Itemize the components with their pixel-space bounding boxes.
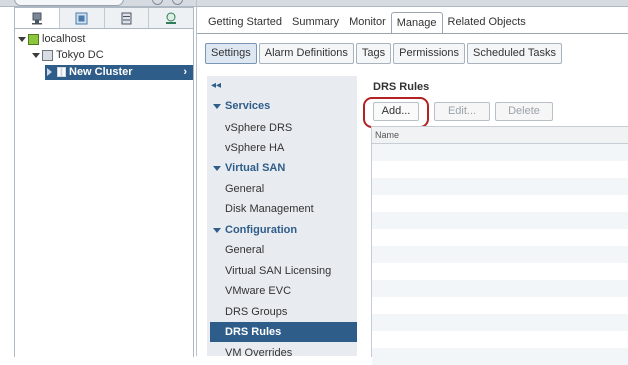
expand-arrow-icon xyxy=(213,227,221,233)
hosts-clusters-icon xyxy=(31,12,42,25)
expand-arrow-icon[interactable] xyxy=(18,36,26,42)
add-icon[interactable] xyxy=(172,0,183,5)
networking-icon xyxy=(166,12,177,24)
table-row[interactable] xyxy=(372,280,628,297)
table-body xyxy=(372,144,628,365)
subtab-settings[interactable]: Settings xyxy=(205,43,257,64)
nav-item-vsan-general[interactable]: General xyxy=(225,183,264,195)
edit-button[interactable]: Edit... xyxy=(434,102,490,121)
navigator-search-strip xyxy=(0,0,196,7)
nav-item-vm-overrides[interactable]: VM Overrides xyxy=(225,347,292,359)
table-row[interactable] xyxy=(372,297,628,314)
cluster-icon xyxy=(57,67,66,77)
storage-tab[interactable] xyxy=(105,8,150,29)
add-button[interactable]: Add... xyxy=(373,102,419,121)
expand-arrow-icon[interactable] xyxy=(32,52,40,58)
tab-monitor[interactable]: Monitor xyxy=(344,11,391,33)
section-title: Virtual SAN xyxy=(225,162,286,174)
tab-summary[interactable]: Summary xyxy=(287,11,344,33)
tree-node-label: Tokyo DC xyxy=(56,49,104,61)
object-tabs: Getting Started Summary Monitor Manage R… xyxy=(203,11,531,34)
nav-item-drs-groups[interactable]: DRS Groups xyxy=(225,306,287,318)
table-row[interactable] xyxy=(372,263,628,280)
nav-item-vmware-evc[interactable]: VMware EVC xyxy=(225,285,291,297)
section-title: Configuration xyxy=(225,224,298,236)
tree-node-label: New Cluster xyxy=(69,66,133,78)
nav-item-label: DRS Rules xyxy=(225,326,282,338)
hosts-clusters-tab[interactable] xyxy=(15,8,60,29)
nav-item-vsan-licensing[interactable]: Virtual SAN Licensing xyxy=(225,265,331,277)
section-configuration[interactable]: Configuration xyxy=(213,224,297,236)
tab-related-objects[interactable]: Related Objects xyxy=(443,11,531,33)
datacenter-icon xyxy=(42,49,53,61)
table-row[interactable] xyxy=(372,144,628,161)
tree-node-localhost[interactable]: localhost xyxy=(18,32,85,47)
tree-node-tokyo-dc[interactable]: Tokyo DC xyxy=(32,48,104,63)
collapsed-arrow-icon[interactable] xyxy=(47,65,55,80)
nav-item-disk-management[interactable]: Disk Management xyxy=(225,203,314,215)
panel-title: DRS Rules xyxy=(373,81,430,93)
settings-nav: ◂◂ Services vSphere DRS vSphere HA Virtu… xyxy=(207,76,357,359)
nav-item-vsphere-drs[interactable]: vSphere DRS xyxy=(225,122,292,134)
tab-divider xyxy=(197,33,628,34)
inventory-tree: localhost Tokyo DC New Cluster › xyxy=(14,28,194,357)
nav-item-drs-rules[interactable]: DRS Rules xyxy=(210,322,357,342)
table-row[interactable] xyxy=(372,161,628,178)
nav-item-vsphere-ha[interactable]: vSphere HA xyxy=(225,142,284,154)
table-row[interactable] xyxy=(372,229,628,246)
object-workspace: Getting Started Summary Monitor Manage R… xyxy=(197,0,628,365)
section-title: Services xyxy=(225,100,271,112)
navigator-tabs xyxy=(14,7,194,29)
rules-table: Name xyxy=(371,126,628,365)
table-row[interactable] xyxy=(372,348,628,365)
vcenter-icon xyxy=(28,33,39,45)
navigator-pane: localhost Tokyo DC New Cluster › xyxy=(0,0,197,357)
section-virtual-san[interactable]: Virtual SAN xyxy=(213,162,285,174)
vms-templates-tab[interactable] xyxy=(60,8,105,29)
table-row[interactable] xyxy=(372,195,628,212)
nav-item-config-general[interactable]: General xyxy=(225,244,264,256)
navigator-history-field[interactable] xyxy=(14,0,124,6)
column-header-name[interactable]: Name xyxy=(372,127,628,144)
workspace-header-strip xyxy=(197,0,628,7)
networking-tab[interactable] xyxy=(149,8,193,29)
section-services[interactable]: Services xyxy=(213,100,270,112)
collapse-panel-icon[interactable]: ◂◂ xyxy=(211,80,221,91)
delete-button[interactable]: Delete xyxy=(495,102,553,121)
subtab-alarm-definitions[interactable]: Alarm Definitions xyxy=(258,43,354,64)
table-row[interactable] xyxy=(372,178,628,195)
history-icon[interactable] xyxy=(152,0,163,5)
subtab-tags[interactable]: Tags xyxy=(355,43,392,64)
tree-node-label: localhost xyxy=(42,33,86,45)
subtab-scheduled-tasks[interactable]: Scheduled Tasks xyxy=(467,43,563,64)
manage-subtabs: Settings Alarm Definitions Tags Permissi… xyxy=(205,43,564,64)
table-row[interactable] xyxy=(372,331,628,348)
vms-templates-icon xyxy=(75,12,88,25)
subtab-permissions[interactable]: Permissions xyxy=(393,43,466,64)
chevron-right-icon[interactable]: › xyxy=(183,65,187,80)
expand-arrow-icon xyxy=(213,103,221,109)
table-row[interactable] xyxy=(372,246,628,263)
drs-rules-panel: DRS Rules Add... Edit... Delete Name xyxy=(363,76,628,365)
storage-icon xyxy=(121,12,132,25)
expand-arrow-icon xyxy=(213,165,221,171)
tree-node-new-cluster[interactable]: New Cluster › xyxy=(45,65,193,80)
tab-getting-started[interactable]: Getting Started xyxy=(203,11,287,33)
table-row[interactable] xyxy=(372,314,628,331)
table-row[interactable] xyxy=(372,212,628,229)
tab-manage[interactable]: Manage xyxy=(390,12,443,34)
